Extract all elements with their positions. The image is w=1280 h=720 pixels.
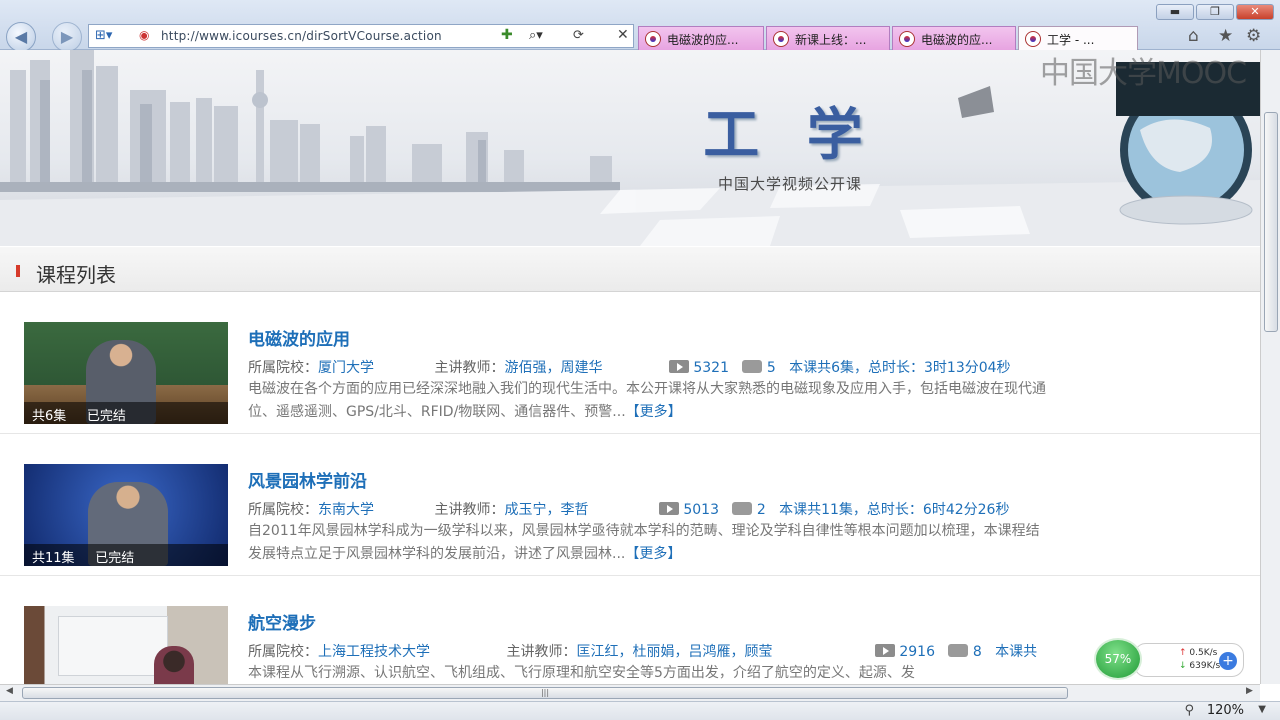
comment-count: 8	[972, 644, 982, 660]
episode-caption: 共6集 已完结	[24, 402, 228, 424]
tab-2[interactable]: 新课上线：...	[766, 26, 890, 50]
view-count: 5013	[683, 502, 719, 518]
course-summary: 本课共	[995, 644, 1038, 660]
section-title: 课程列表	[36, 263, 116, 287]
course-list: 共6集 已完结 电磁波的应用 所属院校：厦门大学 主讲教师：游佰强，周建华 53…	[0, 292, 1260, 684]
play-count-icon	[668, 360, 689, 373]
comment-icon	[732, 502, 753, 515]
back-button[interactable]: ◀	[6, 22, 36, 52]
vertical-scrollbar[interactable]	[1260, 50, 1280, 684]
network-speed-widget[interactable]: ↑ 0.5K/s ↓ 639K/s + 57%	[1094, 638, 1244, 680]
play-count-icon	[658, 502, 679, 515]
course-description: 自2011年风景园林学科成为一级学科以来，风景园林学亟待就本学科的范畴、理论及学…	[248, 523, 1040, 562]
school-link[interactable]: 东南大学	[318, 499, 430, 519]
banner-subtitle: 中国大学视频公开课	[717, 175, 862, 193]
home-icon[interactable]: ⌂	[1188, 26, 1199, 46]
school-link[interactable]: 上海工程技术大学	[318, 641, 502, 661]
tab-4-active[interactable]: 工学 - ...	[1018, 26, 1138, 50]
comment-icon	[742, 360, 763, 373]
accent-bar	[16, 265, 20, 277]
mooc-watermark-logo: 中国大学MOOC	[1040, 56, 1247, 91]
course-title[interactable]: 电磁波的应用	[248, 325, 350, 350]
horizontal-scroll-thumb[interactable]: |||	[22, 687, 1068, 699]
upload-speed: 0.5K/s	[1189, 648, 1218, 658]
search-icon[interactable]: ⌕▾	[529, 28, 543, 43]
zoom-icon[interactable]: ⚲	[1184, 703, 1194, 718]
tab-1[interactable]: 电磁波的应...	[638, 26, 764, 50]
url-text[interactable]: http://www.icourses.cn/dirSortVCourse.ac…	[161, 29, 442, 43]
teacher-link[interactable]: 成玉宁，李哲	[504, 499, 654, 519]
tools-gear-icon[interactable]: ⚙	[1246, 26, 1261, 46]
site-favicon-icon: ◉	[139, 28, 150, 42]
course-title[interactable]: 航空漫步	[248, 609, 316, 634]
more-link[interactable]: 【更多】	[626, 404, 682, 420]
course-item: 共6集 已完结 电磁波的应用 所属院校：厦门大学 主讲教师：游佰强，周建华 53…	[0, 292, 1260, 434]
tab-favicon-icon	[773, 31, 789, 47]
course-summary: 本课共6集，总时长：3时13分04秒	[789, 360, 1011, 376]
accelerate-plus-icon[interactable]: +	[1219, 652, 1237, 670]
comment-icon	[948, 644, 969, 657]
status-bar: ⚲ 120% ▼	[0, 701, 1280, 720]
course-summary: 本课共11集，总时长：6时42分26秒	[779, 502, 1010, 518]
banner-title: 工 学	[703, 103, 877, 168]
banner-title-block: 工 学 中国大学视频公开课	[690, 90, 890, 194]
course-meta: 所属院校：厦门大学 主讲教师：游佰强，周建华 5321 5 本课共6集，总时长：…	[248, 357, 1011, 377]
view-count: 5321	[693, 360, 729, 376]
browser-toolbar: ◀ ▶ ⊞▾ ◉ http://www.icourses.cn/dirSortV…	[0, 0, 1280, 52]
course-thumbnail[interactable]: 共6集 已完结	[24, 322, 228, 424]
view-count: 2916	[899, 644, 935, 660]
comment-count: 2	[756, 502, 766, 518]
course-description: 电磁波在各个方面的应用已经深深地融入我们的现代生活中。本公开课将从大家熟悉的电磁…	[248, 381, 1046, 420]
course-list-header: 课程列表	[0, 246, 1260, 292]
stop-icon[interactable]: ✕	[617, 27, 629, 43]
minimize-button[interactable]: ▬	[1156, 4, 1194, 20]
memory-usage-ball[interactable]: 57%	[1094, 638, 1142, 680]
address-bar[interactable]: ⊞▾ ◉ http://www.icourses.cn/dirSortVCour…	[88, 24, 634, 48]
scroll-left-icon[interactable]: ◀	[6, 686, 13, 696]
course-thumbnail[interactable]	[24, 606, 228, 684]
episode-caption: 共11集 已完结	[24, 544, 228, 566]
tab-favicon-icon	[645, 31, 661, 47]
zoom-dropdown-icon[interactable]: ▼	[1258, 704, 1266, 715]
refresh-icon[interactable]: ⟳	[573, 28, 584, 43]
course-meta: 所属院校：上海工程技术大学 主讲教师：匡江红，杜丽娟，吕鸿雁，顾莹 2916 8…	[248, 641, 1037, 661]
course-thumbnail[interactable]: 共11集 已完结	[24, 464, 228, 566]
compat-icon[interactable]: ⊞▾	[95, 28, 112, 43]
vertical-scroll-thumb[interactable]	[1264, 112, 1278, 332]
restore-button[interactable]: ❐	[1196, 4, 1234, 20]
favorites-star-icon[interactable]: ★	[1218, 26, 1233, 46]
school-link[interactable]: 厦门大学	[318, 357, 430, 377]
zoom-level[interactable]: 120%	[1207, 703, 1244, 718]
play-count-icon	[874, 644, 895, 657]
download-speed: 639K/s	[1189, 661, 1221, 671]
close-window-button[interactable]: ✕	[1236, 4, 1274, 20]
course-meta: 所属院校：东南大学 主讲教师：成玉宁，李哲 5013 2 本课共11集，总时长：…	[248, 499, 1009, 519]
tab-3[interactable]: 电磁波的应...	[892, 26, 1016, 50]
category-banner: 工 学 中国大学视频公开课 中国大学MOOC	[0, 50, 1260, 246]
course-title[interactable]: 风景园林学前沿	[248, 467, 367, 492]
teacher-link[interactable]: 匡江红，杜丽娟，吕鸿雁，顾莹	[576, 641, 870, 661]
scroll-right-icon[interactable]: ▶	[1246, 686, 1253, 696]
comment-count: 5	[766, 360, 776, 376]
teacher-link[interactable]: 游佰强，周建华	[504, 357, 664, 377]
more-link[interactable]: 【更多】	[625, 546, 681, 562]
tab-favicon-icon	[1025, 31, 1041, 47]
tab-favicon-icon	[899, 31, 915, 47]
plugin-icon[interactable]: ✚	[501, 27, 513, 43]
course-item: 航空漫步 所属院校：上海工程技术大学 主讲教师：匡江红，杜丽娟，吕鸿雁，顾莹 2…	[0, 576, 1260, 684]
forward-button[interactable]: ▶	[52, 22, 82, 52]
speed-panel: ↑ 0.5K/s ↓ 639K/s +	[1134, 643, 1244, 677]
horizontal-scrollbar[interactable]: ◀ ||| ▶	[0, 684, 1260, 701]
course-item: 共11集 已完结 风景园林学前沿 所属院校：东南大学 主讲教师：成玉宁，李哲 5…	[0, 434, 1260, 576]
